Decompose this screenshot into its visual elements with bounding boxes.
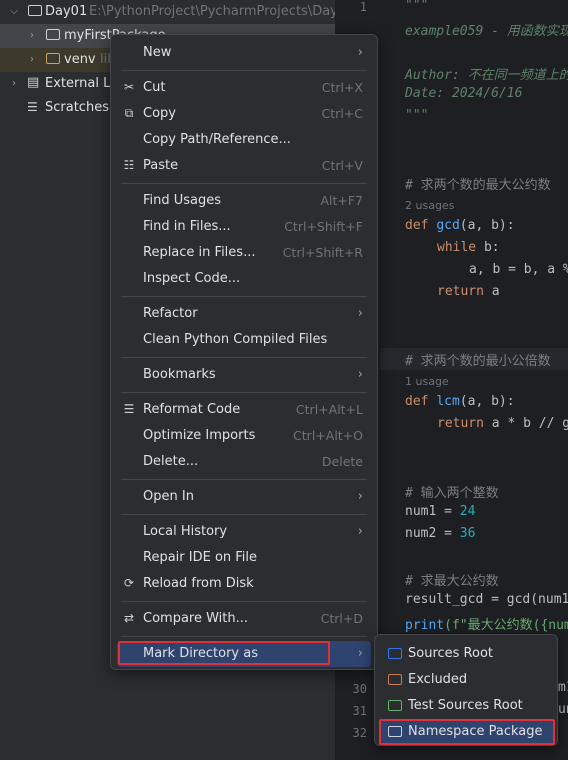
menu-item-reload-from-disk[interactable]: ⟳ Reload from Disk xyxy=(117,571,371,597)
chevron-right-icon: › xyxy=(357,646,363,661)
code-line: example059 - 用函数实现 xyxy=(405,24,568,39)
folder-icon xyxy=(46,53,60,64)
code-line: num2 = 36 xyxy=(405,526,476,541)
menu-item-cut[interactable]: ✂ Cut Ctrl+X xyxy=(117,75,371,101)
code-comment: # 输入两个整数 xyxy=(405,486,499,501)
menu-separator xyxy=(121,636,367,637)
mark-directory-submenu: Sources Root Excluded Test Sources Root … xyxy=(374,634,558,746)
cut-icon: ✂ xyxy=(123,80,135,94)
chevron-right-icon: › xyxy=(357,367,363,382)
code-line: num1 = 24 xyxy=(405,504,476,519)
chevron-right-icon: › xyxy=(357,306,363,321)
code-line: while b: xyxy=(437,240,500,255)
reformat-icon: ☰ xyxy=(123,402,135,416)
code-line: m1 xyxy=(558,680,568,695)
line-number: 30 xyxy=(352,682,367,696)
copy-icon: ⧉ xyxy=(124,106,134,120)
menu-item-clean-compiled[interactable]: Clean Python Compiled Files xyxy=(117,327,371,353)
root-folder-path: E:\PythonProject\PycharmProjects\Day0 xyxy=(89,4,335,19)
submenu-item-sources-root[interactable]: Sources Root xyxy=(381,641,553,667)
menu-item-refactor[interactable]: Refactor › xyxy=(117,301,371,327)
code-line: def gcd(a, b): xyxy=(405,218,515,233)
folder-icon xyxy=(388,648,402,659)
chevron-right-icon[interactable]: › xyxy=(24,24,40,48)
library-icon: ▤ xyxy=(27,75,40,90)
folder-icon xyxy=(388,700,402,711)
menu-item-repair-ide[interactable]: Repair IDE on File xyxy=(117,545,371,571)
menu-item-local-history[interactable]: Local History › xyxy=(117,519,371,545)
menu-separator xyxy=(121,392,367,393)
tree-item-label: venv xyxy=(64,52,96,67)
menu-separator xyxy=(121,479,367,480)
submenu-item-excluded[interactable]: Excluded xyxy=(381,667,553,693)
line-number: 31 xyxy=(352,704,367,718)
folder-icon xyxy=(28,5,42,16)
code-line: """ xyxy=(405,108,429,123)
menu-item-inspect-code[interactable]: Inspect Code... xyxy=(117,266,371,292)
code-line: Author: 不在同一频道上的 xyxy=(405,68,568,83)
code-line: return a xyxy=(437,284,500,299)
usage-hint[interactable]: 2 usages xyxy=(405,199,454,212)
line-number: 1 xyxy=(359,0,367,14)
chevron-down-icon[interactable]: ⌵ xyxy=(6,0,22,24)
chevron-right-icon: › xyxy=(357,489,363,504)
compare-icon: ⇄ xyxy=(123,611,135,625)
menu-item-find-usages[interactable]: Find Usages Alt+F7 xyxy=(117,188,371,214)
code-line: un xyxy=(558,702,568,717)
menu-item-optimize-imports[interactable]: Optimize Imports Ctrl+Alt+O xyxy=(117,423,371,449)
code-line: Date: 2024/6/16 xyxy=(405,86,523,101)
menu-item-delete[interactable]: Delete... Delete xyxy=(117,449,371,475)
code-line: a, b = b, a % xyxy=(469,262,568,277)
code-comment: # 求两个数的最小公倍数 xyxy=(405,354,551,369)
menu-item-find-in-files[interactable]: Find in Files... Ctrl+Shift+F xyxy=(117,214,371,240)
code-line: return a * b // g xyxy=(437,416,568,431)
menu-separator xyxy=(121,601,367,602)
context-menu: New › ✂ Cut Ctrl+X ⧉ Copy Ctrl+C Copy Pa… xyxy=(110,34,378,670)
menu-separator xyxy=(121,296,367,297)
chevron-right-icon[interactable]: › xyxy=(24,48,40,72)
chevron-right-icon: › xyxy=(357,524,363,539)
menu-item-copy-path[interactable]: Copy Path/Reference... xyxy=(117,127,371,153)
chevron-right-icon[interactable]: › xyxy=(6,72,22,96)
highlight-box xyxy=(379,719,555,745)
menu-separator xyxy=(121,183,367,184)
code-line: def lcm(a, b): xyxy=(405,394,515,409)
menu-item-open-in[interactable]: Open In › xyxy=(117,484,371,510)
menu-item-replace-in-files[interactable]: Replace in Files... Ctrl+Shift+R xyxy=(117,240,371,266)
menu-item-bookmarks[interactable]: Bookmarks › xyxy=(117,362,371,388)
reload-icon: ⟳ xyxy=(123,576,135,590)
tree-item-label: Scratches xyxy=(45,100,109,115)
root-folder-name: Day01 xyxy=(45,4,88,19)
menu-item-compare-with[interactable]: ⇄ Compare With... Ctrl+D xyxy=(117,606,371,632)
code-line: """ xyxy=(405,0,429,13)
code-line: result_gcd = gcd(num1 xyxy=(405,592,568,607)
submenu-item-test-sources-root[interactable]: Test Sources Root xyxy=(381,693,553,719)
tree-row-root[interactable]: ⌵ Day01 E:\PythonProject\PycharmProjects… xyxy=(0,0,335,24)
scratches-icon: ☰ xyxy=(27,100,38,114)
code-comment: # 求两个数的最大公约数 xyxy=(405,178,551,193)
code-line: print(f"最大公约数({num xyxy=(405,618,568,633)
usage-hint[interactable]: 1 usage xyxy=(405,375,449,388)
highlight-box xyxy=(118,641,330,665)
folder-icon xyxy=(388,674,402,685)
menu-item-copy[interactable]: ⧉ Copy Ctrl+C xyxy=(117,101,371,127)
menu-item-reformat-code[interactable]: ☰ Reformat Code Ctrl+Alt+L xyxy=(117,397,371,423)
folder-icon xyxy=(46,29,60,40)
menu-item-paste[interactable]: ☷ Paste Ctrl+V xyxy=(117,153,371,179)
line-number: 32 xyxy=(352,726,367,740)
tree-item-label: External Li xyxy=(45,76,114,91)
menu-item-new[interactable]: New › xyxy=(117,40,371,66)
chevron-right-icon: › xyxy=(357,45,363,60)
paste-icon: ☷ xyxy=(123,158,135,172)
menu-separator xyxy=(121,70,367,71)
menu-separator xyxy=(121,357,367,358)
code-comment: # 求最大公约数 xyxy=(405,574,499,589)
menu-separator xyxy=(121,514,367,515)
